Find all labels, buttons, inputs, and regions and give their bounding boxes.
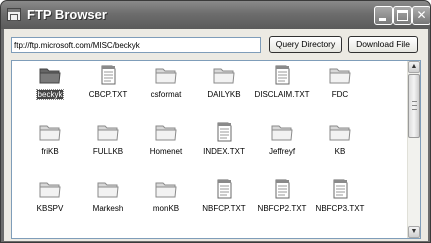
- list-item[interactable]: Markesh: [79, 179, 137, 221]
- list-item[interactable]: csformat: [137, 65, 195, 107]
- list-item-label: CBCP.TXT: [88, 90, 128, 99]
- list-item-label: INDEX.TXT: [203, 147, 245, 156]
- list-item[interactable]: NBFCP.TXT: [195, 179, 253, 221]
- folder-icon: [39, 122, 61, 142]
- folder-icon: [271, 122, 293, 142]
- folder-icon: [329, 122, 351, 142]
- list-item-label: monKB: [152, 204, 180, 213]
- list-item-label: Homenet: [149, 147, 183, 156]
- list-item-label: beckyk: [35, 89, 65, 100]
- list-item-label: DAILYKB: [207, 90, 241, 99]
- folder-icon: [155, 122, 177, 142]
- list-item-label: NBFCP.TXT: [202, 204, 246, 213]
- list-item[interactable]: FULLKB: [79, 122, 137, 164]
- maximize-button[interactable]: [393, 6, 412, 25]
- vertical-scrollbar[interactable]: ▲ ▼: [407, 61, 420, 238]
- text-file-icon: [97, 65, 119, 85]
- scroll-grip-icon: [412, 101, 417, 110]
- list-item-label: Markesh: [92, 204, 124, 213]
- text-file-icon: [271, 179, 293, 199]
- folder-icon: [329, 65, 351, 85]
- scroll-down-button[interactable]: ▼: [408, 226, 420, 238]
- list-item[interactable]: INDEX.TXT: [195, 122, 253, 164]
- list-item-label: csformat: [150, 90, 182, 99]
- list-item-label: FULLKB: [92, 147, 124, 156]
- list-item[interactable]: DISCLAIM.TXT: [253, 65, 311, 107]
- text-file-icon: [213, 179, 235, 199]
- close-button[interactable]: ✕: [412, 6, 430, 25]
- list-item[interactable]: Homenet: [137, 122, 195, 164]
- file-list-view[interactable]: ▲ ▼ beckyk CBCP.TXT csformat DAILYKB DISCLAI…: [11, 60, 421, 239]
- list-item[interactable]: friKB: [21, 122, 79, 164]
- scroll-up-button[interactable]: ▲: [408, 61, 420, 73]
- text-file-icon: [213, 122, 235, 142]
- scroll-thumb[interactable]: [408, 74, 420, 138]
- folder-icon: [39, 65, 61, 85]
- minimize-button[interactable]: [374, 6, 393, 25]
- list-item[interactable]: FDC: [311, 65, 369, 107]
- list-item[interactable]: monKB: [137, 179, 195, 221]
- download-file-button[interactable]: Download File: [348, 36, 418, 53]
- list-item-label: friKB: [41, 147, 59, 156]
- folder-icon: [39, 179, 61, 199]
- window-title: FTP Browser: [27, 7, 107, 22]
- maximize-icon: [397, 10, 408, 21]
- title-bar[interactable]: FTP Browser ✕: [1, 1, 430, 29]
- minimize-icon: [379, 18, 386, 21]
- close-icon: ✕: [416, 8, 427, 22]
- text-file-icon: [271, 65, 293, 85]
- list-item[interactable]: CBCP.TXT: [79, 65, 137, 107]
- url-input[interactable]: [11, 37, 261, 53]
- list-item[interactable]: NBFCP3.TXT: [311, 179, 369, 221]
- folder-icon: [155, 65, 177, 85]
- ftp-browser-window: FTP Browser ✕ Query Directory Download F…: [0, 0, 431, 243]
- folder-icon: [97, 179, 119, 199]
- list-item[interactable]: DAILYKB: [195, 65, 253, 107]
- list-item-label: FDC: [331, 90, 349, 99]
- list-item[interactable]: NBFCP2.TXT: [253, 179, 311, 221]
- list-item-label: DISCLAIM.TXT: [254, 90, 310, 99]
- list-item-label: KB: [334, 147, 346, 156]
- list-item[interactable]: KB: [311, 122, 369, 164]
- list-item[interactable]: Jeffreyf: [253, 122, 311, 164]
- folder-icon: [155, 179, 177, 199]
- text-file-icon: [329, 179, 351, 199]
- list-item-label: NBFCP2.TXT: [257, 204, 307, 213]
- list-item-label: NBFCP3.TXT: [315, 204, 365, 213]
- query-directory-button[interactable]: Query Directory: [269, 36, 342, 53]
- folder-icon: [213, 65, 235, 85]
- list-item-label: KBSPV: [36, 204, 64, 213]
- client-area: Query Directory Download File ▲ ▼ beckyk…: [4, 29, 428, 241]
- app-window-icon: [7, 8, 21, 21]
- list-item-label: Jeffreyf: [268, 147, 296, 156]
- list-item[interactable]: beckyk: [21, 65, 79, 107]
- folder-icon: [97, 122, 119, 142]
- list-item[interactable]: KBSPV: [21, 179, 79, 221]
